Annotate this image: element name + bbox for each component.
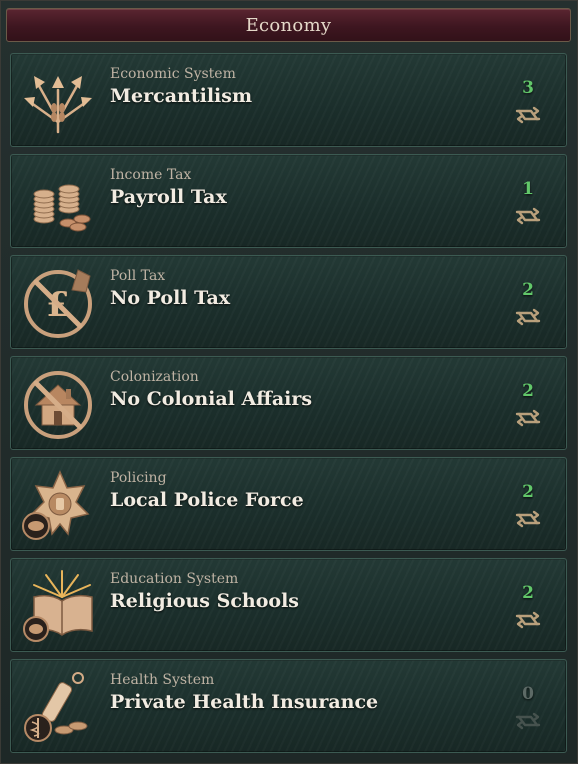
caduceus-icon	[20, 668, 96, 744]
open-book-icon	[20, 567, 96, 643]
law-cost: 2	[522, 482, 534, 502]
law-name: Mercantilism	[110, 85, 253, 107]
law-category: Health System	[110, 672, 215, 688]
law-name: No Colonial Affairs	[110, 388, 313, 410]
law-category: Policing	[110, 470, 167, 486]
swap-law-icon-disabled	[514, 710, 542, 732]
law-card-colonization[interactable]: Colonization No Colonial Affairs 2	[10, 356, 567, 450]
economy-panel: Economy Economic System Mercantilism 3 I…	[0, 0, 578, 764]
law-category: Colonization	[110, 369, 199, 385]
swap-law-icon[interactable]	[514, 205, 542, 227]
law-category: Economic System	[110, 66, 236, 82]
law-cost: 2	[522, 280, 534, 300]
law-cost: 3	[522, 78, 534, 98]
law-name: Local Police Force	[110, 489, 304, 511]
law-card-policing[interactable]: Policing Local Police Force 2	[10, 457, 567, 551]
swap-law-icon[interactable]	[514, 306, 542, 328]
panel-title: Economy	[245, 14, 332, 36]
swap-law-icon[interactable]	[514, 407, 542, 429]
law-card-economic-system[interactable]: Economic System Mercantilism 3	[10, 53, 567, 147]
no-house-icon	[20, 365, 96, 441]
law-name: No Poll Tax	[110, 287, 231, 309]
swap-law-icon[interactable]	[514, 508, 542, 530]
law-cost: 1	[522, 179, 534, 199]
law-category: Education System	[110, 571, 239, 587]
law-card-health-system[interactable]: Health System Private Health Insurance 0	[10, 659, 567, 753]
law-card-poll-tax[interactable]: £ Poll Tax No Poll Tax 2	[10, 255, 567, 349]
swap-law-icon[interactable]	[514, 609, 542, 631]
panel-header: Economy	[6, 8, 571, 42]
law-category: Income Tax	[110, 167, 192, 183]
law-name: Religious Schools	[110, 590, 299, 612]
law-cost: 0	[522, 684, 534, 704]
law-category: Poll Tax	[110, 268, 166, 284]
police-badge-icon	[20, 466, 96, 542]
law-card-income-tax[interactable]: Income Tax Payroll Tax 1	[10, 154, 567, 248]
wheat-arrows-icon	[20, 62, 96, 138]
law-cost: 2	[522, 381, 534, 401]
law-name: Private Health Insurance	[110, 691, 379, 713]
law-cost: 2	[522, 583, 534, 603]
law-card-education-system[interactable]: Education System Religious Schools 2	[10, 558, 567, 652]
swap-law-icon[interactable]	[514, 104, 542, 126]
coins-icon	[20, 163, 96, 239]
no-pound-icon: £	[20, 264, 96, 340]
law-name: Payroll Tax	[110, 186, 227, 208]
